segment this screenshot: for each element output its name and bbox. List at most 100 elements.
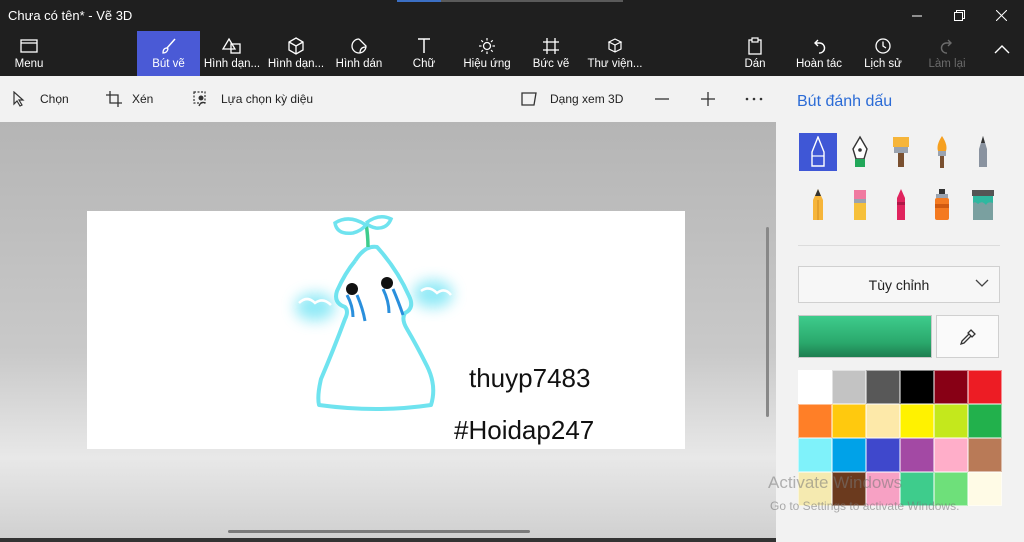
minimize-button[interactable] (894, 0, 940, 31)
select-label: Chọn (40, 92, 69, 106)
brush-style-dropdown[interactable]: Tùy chỉnh (798, 266, 1000, 303)
text-icon (418, 38, 430, 53)
right-tear (381, 288, 391, 314)
chevron-down-icon (975, 279, 989, 287)
magic-select-button[interactable]: Lựa chọn kỳ diệu (193, 76, 313, 122)
select-tool-button[interactable]: Chọn (12, 76, 69, 122)
stickers-label: Hình dán (335, 58, 383, 70)
fill-bucket-icon (972, 190, 994, 220)
color-swatch[interactable] (968, 472, 1002, 506)
brush-calligraphy-pen[interactable] (841, 133, 879, 171)
color-swatch[interactable] (934, 438, 968, 472)
color-swatch[interactable] (832, 438, 866, 472)
color-swatch[interactable] (866, 404, 900, 438)
brushes-tab[interactable]: Bút vẽ (137, 31, 200, 76)
2d-shapes-tab[interactable]: Hình dạn... (200, 31, 264, 76)
close-icon (995, 10, 1007, 21)
plus-icon (701, 92, 715, 106)
redo-icon (940, 39, 952, 54)
more-icon (745, 97, 763, 101)
crayon-icon (897, 189, 905, 220)
brush-eraser[interactable] (841, 186, 879, 224)
restore-button[interactable] (936, 0, 982, 31)
color-swatch[interactable] (866, 438, 900, 472)
drawing-canvas[interactable]: thuyp7483 #Hoidap247 (87, 211, 685, 449)
brush-pencil[interactable] (799, 186, 837, 224)
vertical-scrollbar[interactable] (766, 227, 769, 417)
crop-tool-button[interactable]: Xén (106, 76, 153, 122)
canvas-icon (543, 38, 559, 54)
brush-pixel-pen[interactable] (964, 133, 1002, 171)
3d-shapes-tab[interactable]: Hình dạn... (264, 31, 328, 76)
close-button[interactable] (978, 0, 1024, 31)
spray-can-icon (935, 189, 949, 220)
title-accent-strip (397, 0, 623, 2)
minus-icon (655, 98, 669, 100)
eyedropper-button[interactable] (936, 315, 999, 358)
color-swatch[interactable] (934, 404, 968, 438)
brush-oil[interactable] (882, 133, 920, 171)
zoom-out-button[interactable] (654, 76, 680, 122)
crop-icon (106, 91, 122, 107)
chevron-up-icon (994, 45, 1010, 54)
color-swatch[interactable] (900, 438, 934, 472)
brush-watercolor[interactable] (923, 133, 961, 171)
username-text: thuyp7483 (469, 363, 591, 393)
color-swatch[interactable] (798, 404, 832, 438)
collapse-ribbon-button[interactable] (986, 31, 1018, 76)
tool-options-bar: Chọn Xén Lựa chọn kỳ diệu Dạng xem 3D (0, 76, 776, 122)
sprout-leaf-right (364, 215, 394, 230)
restore-icon (953, 10, 965, 21)
marker-icon (811, 136, 825, 167)
activate-windows-title: Activate Windows (768, 473, 903, 492)
color-swatch[interactable] (832, 404, 866, 438)
history-button[interactable]: Lịch sử (860, 31, 906, 76)
color-swatch[interactable] (900, 370, 934, 404)
undo-button[interactable]: Hoàn tác (792, 31, 846, 76)
color-swatch[interactable] (934, 370, 968, 404)
current-color-swatch[interactable] (798, 315, 932, 358)
brush-icon (161, 38, 176, 54)
redo-button[interactable]: Làm lại (922, 31, 972, 76)
dropdown-value: Tùy chỉnh (868, 276, 930, 293)
more-options-button[interactable] (745, 76, 773, 122)
zoom-in-button[interactable] (700, 76, 726, 122)
color-swatch[interactable] (968, 404, 1002, 438)
paste-button[interactable]: Dán (734, 31, 776, 76)
brushes-label: Bút vẽ (152, 58, 185, 70)
brush-marker[interactable] (799, 133, 837, 171)
title-bar: Chưa có tên* - Vẽ 3D (0, 0, 1024, 31)
menu-button[interactable]: Menu (0, 31, 58, 76)
minimize-icon (912, 15, 922, 16)
3d-view-label: Dạng xem 3D (550, 92, 624, 106)
brush-crayon[interactable] (882, 186, 920, 224)
left-glow (295, 293, 335, 321)
color-swatch[interactable] (866, 370, 900, 404)
canvas-label: Bức vẽ (532, 58, 570, 70)
color-swatch[interactable] (798, 370, 832, 404)
3d-library-tab[interactable]: Thư viện... (586, 31, 644, 76)
horizontal-scrollbar[interactable] (228, 530, 530, 533)
effects-tab[interactable]: Hiệu ứng (458, 31, 516, 76)
effects-label: Hiệu ứng (463, 58, 511, 70)
panel-title: Bút đánh dấu (797, 93, 893, 110)
color-swatch[interactable] (900, 404, 934, 438)
brush-panel: Bút đánh dấu Tùy chỉnh Activate Windows … (768, 76, 1024, 542)
color-swatch[interactable] (832, 370, 866, 404)
canvas-workspace[interactable]: thuyp7483 #Hoidap247 (0, 122, 776, 542)
undo-label: Hoàn tác (795, 58, 843, 70)
brush-fill[interactable] (964, 186, 1002, 224)
pencil-icon (813, 189, 823, 220)
eyedropper-icon (959, 328, 976, 345)
color-swatch[interactable] (968, 438, 1002, 472)
stickers-tab[interactable]: Hình dán (330, 31, 388, 76)
right-glow (413, 280, 453, 308)
brush-spray-can[interactable] (923, 186, 961, 224)
3d-view-button[interactable]: Dạng xem 3D (520, 76, 623, 122)
canvas-tab[interactable]: Bức vẽ (526, 31, 576, 76)
library-label: Thư viện... (587, 58, 643, 70)
color-swatch[interactable] (798, 438, 832, 472)
text-tab[interactable]: Chữ (400, 31, 448, 76)
color-swatch[interactable] (968, 370, 1002, 404)
3d-shapes-label: Hình dạn... (267, 58, 325, 70)
